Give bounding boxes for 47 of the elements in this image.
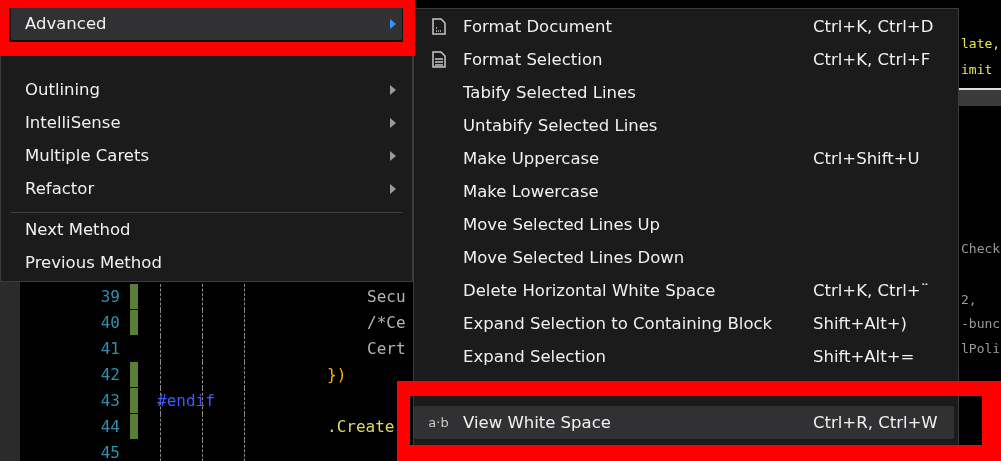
code-text: Check — [961, 241, 1001, 256]
line-number: 42 — [99, 364, 120, 386]
menu-item[interactable]: Expand Selection Shift+Alt+= — [414, 340, 954, 373]
menu-item[interactable]: a·b View White Space Ctrl+R, Ctrl+W — [414, 406, 954, 439]
submenu-arrow-icon — [390, 118, 396, 128]
menu-item[interactable]: Advanced — [11, 7, 402, 40]
code-text: .Create — [327, 416, 395, 438]
menu-item[interactable]: Multiple Carets — [11, 139, 402, 172]
submenu-arrow-icon — [390, 184, 396, 194]
document-icon — [431, 51, 446, 68]
menu-item[interactable]: Make Lowercase — [414, 175, 954, 208]
menu-item[interactable]: Move Selected Lines Down — [414, 241, 954, 274]
line-number: 45 — [99, 442, 120, 461]
menu-item[interactable]: Format Selection Ctrl+K, Ctrl+F — [414, 43, 954, 76]
menu-item[interactable]: Previous Method — [11, 246, 402, 279]
menu-item[interactable]: Make Uppercase Ctrl+Shift+U — [414, 142, 954, 175]
menu-item[interactable]: Move Selected Lines Up — [414, 208, 954, 241]
submenu-arrow-icon — [390, 85, 396, 95]
document-icon — [431, 18, 446, 35]
line-number: 39 — [99, 286, 120, 308]
code-text: Cert — [367, 338, 406, 360]
line-number: 44 — [99, 416, 120, 438]
code-text: }) — [327, 364, 347, 386]
whitespace-icon: a·b — [428, 415, 449, 430]
line-number: 41 — [99, 338, 120, 360]
code-text: 2, — [961, 292, 977, 307]
code-text: lPoli — [961, 341, 1001, 356]
menu-item[interactable]: Format Document Ctrl+K, Ctrl+D — [414, 10, 954, 43]
code-text: imit — [961, 62, 993, 77]
line-number: 40 — [99, 312, 120, 334]
code-text: /*Ce — [367, 312, 406, 334]
menu-item[interactable]: Expand Selection to Containing Block Shift+Alt+) — [414, 307, 954, 340]
code-text: #endif — [157, 390, 215, 412]
code-text: late, — [961, 36, 1001, 51]
menu-item[interactable]: Next Method — [11, 212, 402, 246]
menu-item[interactable]: Tabify Selected Lines — [414, 76, 954, 109]
code-text: -bunc — [961, 316, 1001, 331]
menu-item[interactable]: IntelliSense — [11, 106, 402, 139]
submenu-arrow-icon — [390, 19, 396, 29]
menu-item[interactable]: Delete Horizontal White Space Ctrl+K, Ctrl+¨ — [414, 274, 954, 307]
menu-item[interactable]: Outlining — [11, 73, 402, 106]
line-number: 43 — [99, 390, 120, 412]
submenu-arrow-icon — [390, 151, 396, 161]
scrollbar[interactable] — [958, 88, 1001, 106]
code-text: Secu — [367, 286, 406, 308]
menu-item[interactable]: Refactor — [11, 172, 402, 205]
menu-item[interactable]: Untabify Selected Lines — [414, 109, 954, 142]
